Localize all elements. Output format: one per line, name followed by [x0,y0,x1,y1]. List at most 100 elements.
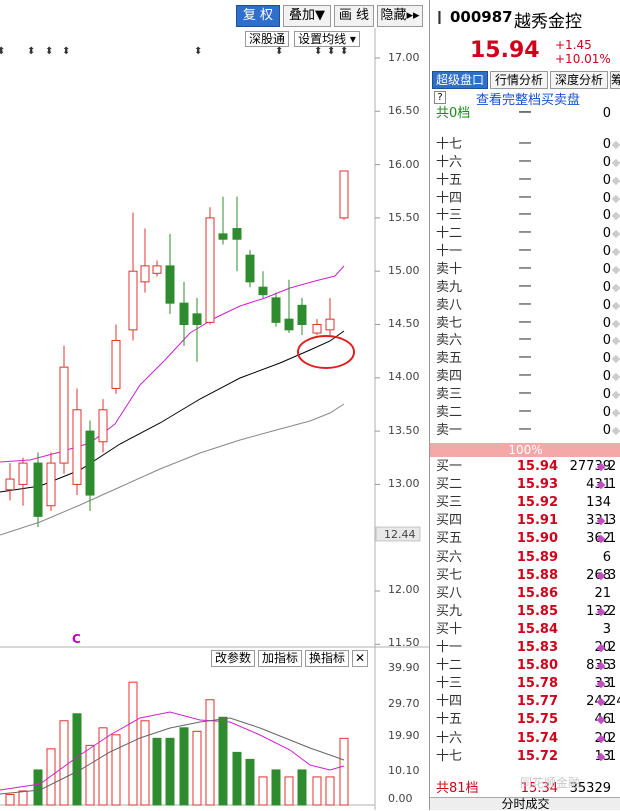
level-marker-icon [611,265,620,275]
volume-tick: 19.90 [388,729,420,742]
level-label: 十二 [436,226,463,242]
level-price: 15.86 [516,585,558,601]
level-price: 一 [518,422,532,438]
sell-level-row: 卖九 一 0 [430,279,620,297]
level-marker-icon [611,176,620,185]
tab-super-order[interactable]: 超级盘口 [432,71,488,89]
level-price: 一 [518,261,532,277]
candle-body [325,318,335,331]
level-marker-icon [611,426,620,435]
volume-bar [85,744,95,806]
sell-level-row: 卖二 一 0 [430,404,620,422]
buy-level-row: 买二15.934311 [430,476,620,494]
level-volume: 0 [602,279,611,295]
level-marker-icon [611,372,620,382]
buy-level-row: 十二15.808353 [430,657,620,675]
sell-level-row: 十七 一 0 [430,136,620,154]
tab-chips[interactable]: 筹 [610,71,620,89]
candle-body [5,478,15,491]
close-icon[interactable]: ✕ [352,650,368,667]
candle-body [98,409,108,443]
tab-market-analysis[interactable]: 行情分析 [490,71,548,89]
level-label: 十五 [436,712,463,728]
volume-bar [179,727,189,806]
watermark: 同花顺金融 [520,776,581,790]
level-label: 卖一 [436,422,463,438]
event-marker[interactable]: C [72,632,81,646]
sell-level-row: 十六 一 0 [430,154,620,172]
sell-level-row: 十一 一 0 [430,243,620,261]
price-tick: 17.00 [388,51,420,64]
level-label: 十六 [436,730,463,746]
buy-level-row: 十七15.72131 [430,748,620,766]
level-extra: 3 [608,658,617,674]
buy-total-label: 共81档 [436,781,479,796]
level-label: 卖十 [436,261,463,277]
change-amount: +1.45 [555,38,592,52]
change-percent: +10.01% [555,52,611,66]
price-tick: 11.50 [388,636,420,649]
level-label: 卖七 [436,315,463,331]
buy-level-row: 买六 15.89 6 [430,549,620,567]
buy-level-row: 买五15.903621 [430,530,620,548]
tab-depth-analysis[interactable]: 深度分析 [550,71,608,89]
sell-level-row: 卖三 一 0 [430,386,620,404]
level-label: 买四 [436,513,463,529]
add-indicator-button[interactable]: 加指标 [258,650,302,667]
level-volume: 0 [602,369,611,385]
volume-tick: 39.90 [388,661,420,674]
level-volume: 6 [602,549,611,565]
level-extra: 1 [608,676,617,692]
candle-body [218,233,228,240]
level-label: 十三 [436,208,463,224]
volume-bar [232,751,242,806]
level-marker-icon [611,247,620,257]
volume-bar [192,730,202,806]
candle-body [245,254,255,283]
level-volume: 0 [602,315,611,331]
level-price: 一 [518,137,532,152]
level-price: 一 [518,315,532,331]
candle-body [72,409,82,485]
collapse-icon[interactable]: ❙ [434,10,445,25]
level-extra: 24 [608,694,620,710]
level-marker-icon [611,337,620,346]
level-price: 15.78 [516,676,558,692]
buy-level-row: 买一 15.94 27739 2 [430,458,620,476]
kline-chart-area[interactable]: 复 权 叠加▼ 画 线 隐藏▸▸ 深股通 设置均线 ▾ ⬍ ⬍ ⬍ ⬍ ⬍ ⬍ ⬍ ⬍ ⬍ 17… [0,0,430,810]
level-label: 十四 [436,694,463,710]
level-price: 15.93 [516,477,558,493]
switch-indicator-button[interactable]: 换指标 [305,650,349,667]
candle-body [258,286,268,296]
sell-level-row: 十三 一 0 [430,207,620,225]
level-extra: 2 [608,640,617,655]
help-icon[interactable]: ? [434,91,446,104]
time-sales-tab[interactable]: 分时成交 [430,797,620,811]
level-volume: 0 [602,190,611,206]
volume-tick: 29.70 [388,697,420,710]
level-label: 买二 [436,477,463,493]
candle-body [33,462,43,517]
level-marker-icon [611,283,620,293]
level-price: 15.85 [516,603,558,619]
level-price: 一 [518,244,532,260]
volume-bar [140,720,150,806]
level-price: 15.83 [516,640,558,655]
level-volume: 0 [602,172,611,188]
level-extra: 1 [608,748,617,764]
level-price: 15.91 [516,513,558,529]
price-tick: 15.50 [388,211,420,224]
volume-bar [46,748,56,806]
volume-bar [152,737,162,806]
quote-panel: ❙ 000987 越秀金控 15.94 +1.45 +10.01% 超级盘口 行… [429,0,620,811]
level-label: 十四 [436,190,463,206]
level-extra: 1 [608,477,617,493]
candle-body [152,265,162,274]
level-label: 卖四 [436,369,463,385]
modify-params-button[interactable]: 改参数 [211,650,255,667]
volume-bar [165,737,175,806]
volume-tick: 0.00 [388,792,413,805]
event-arrow-icon: ⬍ [327,46,335,57]
level-price: 一 [518,386,532,402]
volume-bar [245,758,255,806]
